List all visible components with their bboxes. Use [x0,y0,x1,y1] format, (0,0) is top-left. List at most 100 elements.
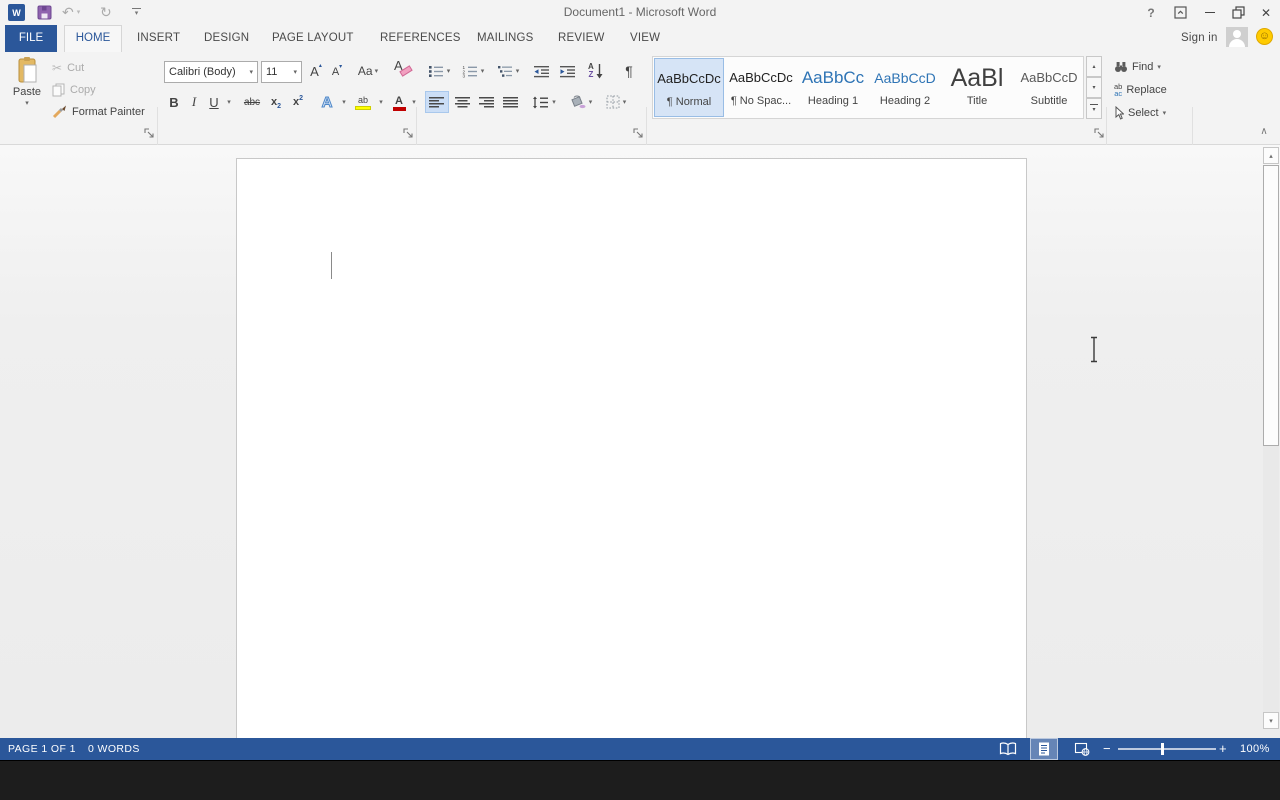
text-effects-button[interactable]: A [316,91,338,113]
styles-more-button[interactable]: ▾ [1086,98,1102,119]
font-color-dropdown[interactable]: ▾ [409,91,419,113]
superscript-button[interactable]: x 2 [288,91,308,113]
tab-page-layout[interactable]: PAGE LAYOUT [272,25,354,52]
align-left-button[interactable] [425,91,449,113]
replace-button[interactable]: ab ac Replace [1114,81,1167,99]
style-heading2[interactable]: AaBbCcD Heading 2 [870,58,940,117]
document-page[interactable] [236,158,1027,738]
bullets-button[interactable]: ▾ [424,60,454,82]
zoom-slider-thumb[interactable] [1161,743,1164,755]
user-avatar[interactable] [1226,27,1248,47]
help-button[interactable]: ? [1141,0,1161,25]
grow-font-button[interactable]: A ▴ [306,60,326,82]
read-mode-button[interactable] [994,738,1022,760]
feedback-smiley-button[interactable]: ☺ [1256,28,1273,45]
sort-button[interactable]: A Z [588,58,603,84]
style-heading1[interactable]: AaBbCc Heading 1 [798,58,868,117]
strikethrough-button[interactable]: abc [239,91,265,113]
multilevel-dropdown-icon[interactable]: ▾ [516,68,520,75]
style-name: Title [966,95,988,107]
styles-scroll-up-button[interactable]: ▴ [1086,56,1102,77]
scrollbar-up-button[interactable]: ▴ [1263,147,1279,164]
highlight-button[interactable]: ab [352,93,374,113]
borders-button[interactable]: ▾ [600,91,632,113]
zoom-level-value[interactable]: 100% [1240,738,1270,760]
zoom-in-button[interactable]: + [1219,738,1227,760]
tab-file[interactable]: FILE [5,25,57,52]
style-subtitle[interactable]: AaBbCcD Subtitle [1014,58,1084,117]
copy-button[interactable]: Copy [52,81,96,99]
style-title[interactable]: AaBl Title [942,58,1012,117]
shrink-arrow-icon: ▾ [339,64,343,70]
close-button[interactable]: ✕ [1254,0,1278,25]
scrollbar-track[interactable] [1263,446,1279,712]
more-bar-icon [1090,104,1098,105]
highlight-dropdown[interactable]: ▾ [375,91,387,113]
styles-dialog-launcher[interactable] [1094,128,1105,142]
find-button[interactable]: Find ▾ [1114,58,1161,76]
bullets-dropdown-icon[interactable]: ▾ [447,68,451,75]
zoom-out-button[interactable]: − [1103,738,1111,760]
paragraph-dialog-launcher[interactable] [633,128,644,142]
tab-references[interactable]: REFERENCES [380,25,461,52]
tab-review[interactable]: REVIEW [558,25,605,52]
show-hide-pilcrow-button[interactable]: ¶ [618,60,640,82]
increase-indent-button[interactable] [556,60,578,82]
paste-button[interactable]: Paste ▾ [6,56,48,124]
ribbon-display-options-button[interactable] [1170,0,1190,25]
style-normal[interactable]: AaBbCcDc ¶ Normal [654,58,724,117]
clear-formatting-button[interactable]: A [392,58,416,82]
styles-scroll-down-button[interactable]: ▾ [1086,77,1102,98]
text-effects-dropdown[interactable]: ▾ [338,91,350,113]
subscript-button[interactable]: x 2 [266,91,286,113]
underline-button[interactable]: U [205,91,223,113]
bold-button[interactable]: B [165,91,183,113]
collapse-ribbon-button[interactable]: ∧ [1254,122,1274,140]
justify-button[interactable] [500,91,522,113]
paste-dropdown-icon[interactable]: ▾ [25,100,29,107]
page-count-status[interactable]: PAGE 1 OF 1 [8,738,76,760]
multilevel-list-button[interactable]: ▾ [492,60,524,82]
tab-design[interactable]: DESIGN [204,25,249,52]
tab-mailings[interactable]: MAILINGS [477,25,534,52]
cut-label: Cut [67,62,85,74]
line-spacing-dropdown-icon[interactable]: ▾ [552,99,556,106]
font-dialog-launcher[interactable] [403,128,414,142]
web-layout-button[interactable] [1068,738,1096,760]
underline-dropdown[interactable]: ▾ [223,91,235,113]
font-color-button[interactable]: A [389,93,409,113]
document-area[interactable]: ▴ ▾ [0,145,1280,738]
scrollbar-down-button[interactable]: ▾ [1263,712,1279,729]
font-size-combobox[interactable]: 11 ▾ [261,61,302,83]
italic-button[interactable]: I [186,91,202,113]
shading-button[interactable]: ▾ [566,91,596,113]
word-count-status[interactable]: 0 WORDS [88,738,140,760]
change-case-button[interactable]: Aa ▾ [352,60,384,82]
scrollbar-thumb[interactable] [1263,165,1279,446]
print-layout-button[interactable] [1030,738,1058,760]
shrink-font-button[interactable]: A ▾ [328,61,346,82]
shading-dropdown-icon[interactable]: ▾ [589,99,593,106]
minimize-button[interactable] [1199,0,1221,25]
style-no-spacing[interactable]: AaBbCcDc ¶ No Spac... [726,58,796,117]
tab-view[interactable]: VIEW [630,25,660,52]
align-right-button[interactable] [476,91,498,113]
decrease-indent-button[interactable] [530,60,552,82]
sign-in-link[interactable]: Sign in [1181,25,1218,52]
numbering-button[interactable]: 1 2 3 ▾ [457,60,489,82]
tab-home[interactable]: HOME [64,25,122,52]
format-painter-button[interactable]: Format Painter [52,103,145,121]
cut-button[interactable]: ✂ Cut [52,59,84,77]
zoom-slider-track[interactable] [1118,748,1216,750]
font-name-combobox[interactable]: Calibri (Body) ▾ [164,61,258,83]
align-center-icon [455,97,470,108]
clipboard-dialog-launcher[interactable] [144,128,155,142]
borders-dropdown-icon[interactable]: ▾ [623,99,627,106]
tab-insert[interactable]: INSERT [137,25,180,52]
select-button[interactable]: Select ▾ [1114,104,1166,122]
numbering-dropdown-icon[interactable]: ▾ [481,68,485,75]
highlight-color-bar [355,106,371,110]
restore-button[interactable] [1226,0,1250,25]
line-spacing-button[interactable]: ▾ [528,91,560,113]
align-center-button[interactable] [452,91,474,113]
